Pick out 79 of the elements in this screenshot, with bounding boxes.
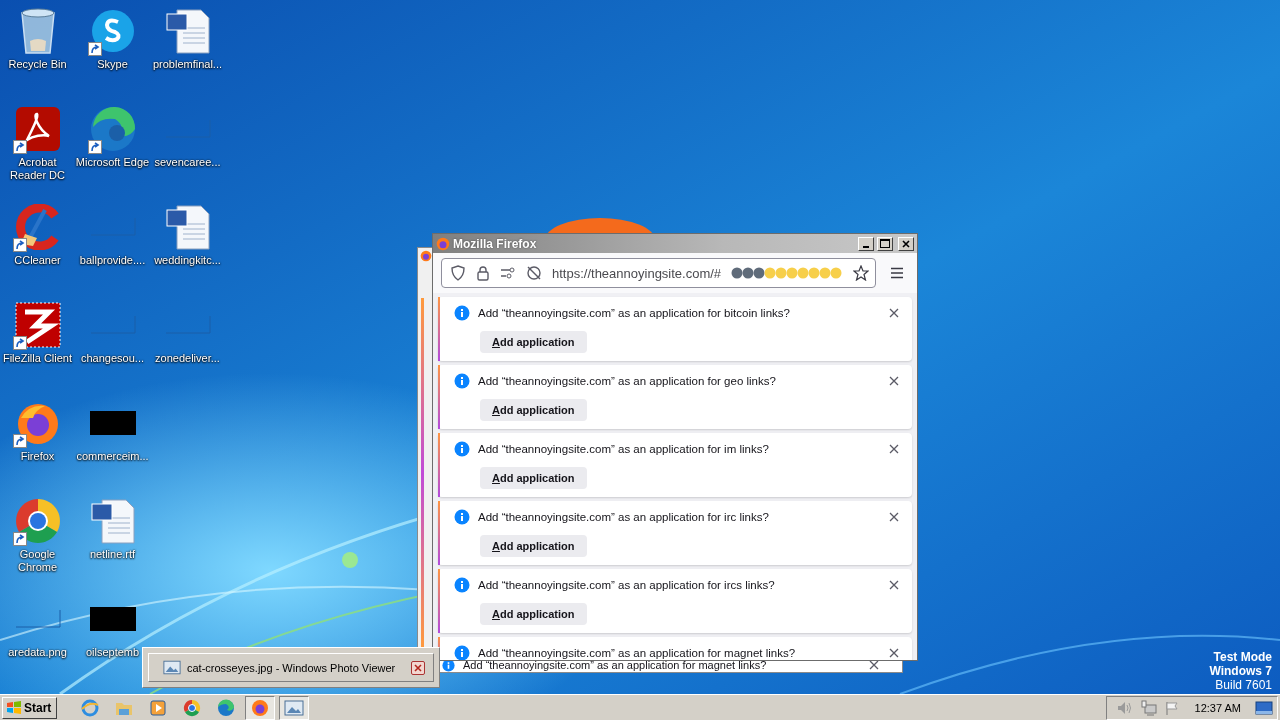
media-player-icon — [150, 699, 167, 716]
desktop-icon-label[interactable]: FileZilla Client — [0, 352, 76, 365]
browser-icon — [436, 236, 450, 251]
taskbar-app-button[interactable] — [279, 695, 310, 720]
close-icon — [889, 648, 899, 658]
notification-text: Add “theannoyingsite.com” as an application for magnet links? — [463, 659, 768, 671]
add-application-button[interactable]: Add application — [480, 535, 587, 557]
windows-logo-icon — [6, 700, 22, 715]
photo-viewer-icon — [284, 699, 305, 716]
browser-icon — [88, 105, 137, 153]
desktop-icon-label[interactable]: Recycle Bin — [0, 58, 76, 71]
notification-text: Add “theannoyingsite.com” as an application for irc links? — [478, 511, 770, 523]
close-icon — [889, 580, 899, 590]
minimize-button[interactable] — [858, 236, 874, 251]
address-bar[interactable]: https://theannoyingsite.com/# — [441, 258, 877, 288]
notification-text: Add “theannoyingsite.com” as an application for bitcoin links? — [478, 307, 791, 319]
notification-text: Add “theannoyingsite.com” as an application for geo links? — [478, 375, 777, 387]
desktop-icon-label[interactable]: Microsoft Edge — [74, 156, 151, 169]
window-title: cat-crosseyes.jpg - Windows Photo Viewer — [187, 661, 397, 674]
notification-text: Add “theannoyingsite.com” as an application for im links? — [478, 443, 770, 455]
browser-icon — [217, 698, 236, 717]
chat-app-icon — [89, 8, 136, 54]
close-icon — [414, 663, 422, 672]
close-icon — [869, 660, 879, 670]
close-icon — [889, 376, 899, 386]
add-application-button[interactable]: Add application — [480, 467, 587, 489]
desktop-icon-label[interactable]: CCleaner — [0, 254, 76, 267]
start-button[interactable]: Start — [2, 696, 58, 719]
desktop-icon-label[interactable]: Acrobat Reader DC — [0, 156, 76, 182]
shield-icon[interactable] — [450, 265, 466, 281]
taskbar-app-button[interactable] — [245, 695, 276, 720]
system-info-text: Windows 7 — [1209, 664, 1272, 678]
clock[interactable]: 12:37 AM — [1194, 701, 1241, 714]
browser-icon — [183, 698, 202, 717]
info-icon — [454, 577, 470, 593]
cleaner-app-icon — [14, 204, 61, 250]
info-icon — [454, 509, 470, 525]
url-text[interactable]: https://theannoyingsite.com/# — [552, 265, 722, 281]
desktop-icon-label[interactable]: zonedeliver... — [149, 352, 226, 365]
bookmark-star-icon[interactable] — [853, 265, 870, 281]
desktop-icon-label[interactable]: changesou... — [74, 352, 151, 365]
desktop-icon-label[interactable]: Skype — [74, 58, 151, 71]
desktop-icon-label[interactable]: Firefox — [0, 450, 76, 463]
close-icon — [902, 239, 910, 248]
browser-icon — [420, 250, 432, 262]
blocked-media-icon[interactable] — [526, 265, 542, 281]
info-icon — [454, 373, 470, 389]
browser-icon — [251, 698, 270, 717]
pdf-app-icon — [14, 106, 61, 152]
desktop-icon-label[interactable]: ballprovide.... — [74, 254, 151, 267]
system-info-text: Build 7601 — [1215, 678, 1272, 692]
menu-icon — [889, 267, 904, 279]
maximize-button[interactable] — [877, 236, 893, 251]
desktop-icon-label[interactable]: sevencaree... — [149, 156, 226, 169]
notification-text: Add “theannoyingsite.com” as an application for magnet links? — [478, 647, 797, 659]
photo-viewer-icon — [163, 660, 181, 675]
add-application-button[interactable]: Add application — [480, 399, 587, 421]
desktop-icon-label[interactable]: weddingkitc... — [149, 254, 226, 267]
desktop-icon-label[interactable]: problemfinal... — [149, 58, 226, 71]
window-title: Mozilla Firefox — [453, 236, 538, 251]
add-application-button[interactable]: Add application — [480, 331, 587, 353]
close-icon — [889, 444, 899, 454]
info-icon — [454, 441, 470, 457]
maximize-icon — [880, 239, 890, 248]
add-application-button[interactable]: Add application — [480, 603, 587, 625]
network-icon[interactable] — [1140, 699, 1157, 716]
show-desktop-icon[interactable] — [1255, 699, 1273, 716]
close-icon — [889, 512, 899, 522]
permissions-icon[interactable] — [500, 267, 516, 279]
ftp-app-icon — [14, 302, 61, 348]
browser-icon — [81, 698, 100, 717]
info-icon — [454, 305, 470, 321]
system-info-text: Test Mode — [1213, 650, 1272, 664]
close-icon — [889, 308, 899, 318]
lock-icon[interactable] — [476, 265, 490, 281]
browser-icon — [13, 497, 62, 545]
window-list-item[interactable]: cat-crosseyes.jpg - Windows Photo Viewer — [148, 653, 434, 682]
desktop-icon-label[interactable]: commerceim... — [74, 450, 151, 463]
notification-text: Add “theannoyingsite.com” as an application for ircs links? — [478, 579, 776, 591]
